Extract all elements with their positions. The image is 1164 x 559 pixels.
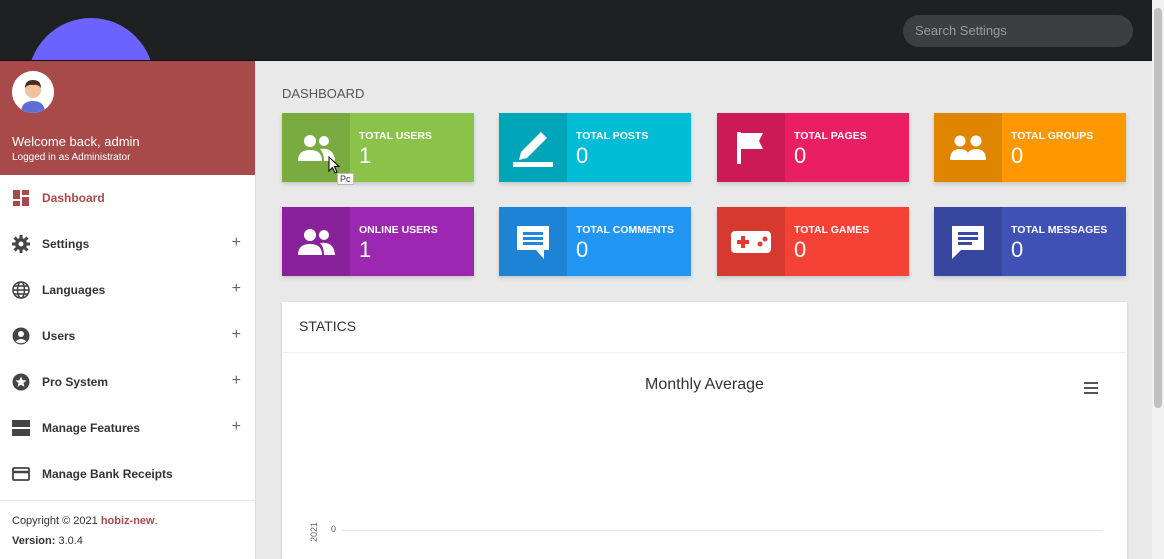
scrollbar-thumb[interactable] — [1154, 8, 1162, 408]
sidebar-item-label: Manage Bank Receipts — [42, 467, 173, 481]
sidebar-item-label: Pro System — [42, 375, 109, 389]
card-label: TOTAL GAMES — [794, 224, 870, 236]
stat-card-total-games[interactable]: TOTAL GAMES 0 — [717, 207, 909, 276]
chart-gridline — [342, 530, 1102, 531]
sidebar-item-settings[interactable]: Settings + — [0, 221, 255, 267]
sidebar-item-users[interactable]: Users + — [0, 313, 255, 359]
expand-icon[interactable]: + — [232, 372, 241, 390]
period-text: . — [154, 515, 158, 527]
expand-icon[interactable]: + — [232, 280, 241, 298]
card-label: ONLINE USERS — [359, 224, 438, 236]
statics-panel: STATICS Monthly Average 0 2021 — [282, 302, 1127, 559]
card-label: TOTAL MESSAGES — [1011, 224, 1108, 236]
vertical-scrollbar[interactable] — [1152, 0, 1164, 559]
card-value: 0 — [576, 237, 589, 262]
sidebar-item-manage-bank-receipts[interactable]: Manage Bank Receipts — [0, 451, 255, 497]
sidebar-item-label: Manage Features — [42, 421, 141, 435]
dashboard-icon — [12, 189, 30, 207]
avatar[interactable] — [12, 71, 54, 113]
sidebar-item-dashboard[interactable]: Dashboard — [0, 175, 255, 221]
stat-card-total-groups[interactable]: TOTAL GROUPS 0 — [934, 113, 1126, 182]
card-label: TOTAL PAGES — [794, 130, 867, 142]
sidebar-item-label: Settings — [42, 237, 90, 251]
expand-icon[interactable]: + — [232, 234, 241, 252]
card-value: 0 — [794, 143, 807, 168]
globe-icon — [12, 281, 30, 299]
card-value: 0 — [794, 237, 807, 262]
star-icon — [12, 373, 30, 391]
sidebar-item-label: Languages — [42, 283, 106, 297]
stat-card-total-pages[interactable]: TOTAL PAGES 0 — [717, 113, 909, 182]
copyright-text: Copyright © 2021 — [12, 515, 101, 527]
card-value: 1 — [359, 143, 372, 168]
welcome-text: Welcome back, admin — [12, 134, 140, 149]
stat-card-total-messages[interactable]: TOTAL MESSAGES 0 — [934, 207, 1126, 276]
menu-icon[interactable] — [1084, 382, 1098, 394]
logo[interactable] — [28, 18, 154, 60]
page-title: DASHBOARD — [282, 86, 365, 101]
stat-card-online-users[interactable]: ONLINE USERS 1 — [282, 207, 474, 276]
mouse-cursor-icon — [328, 156, 340, 174]
card-value: 0 — [576, 143, 589, 168]
user-panel: Welcome back, admin Logged in as Adminis… — [0, 61, 255, 175]
sidebar: Welcome back, admin Logged in as Adminis… — [0, 61, 256, 559]
site-link[interactable]: hobiz-new — [101, 515, 155, 527]
search-input[interactable] — [903, 15, 1133, 47]
sidebar-item-manage-features[interactable]: Manage Features + — [0, 405, 255, 451]
version-value: 3.0.4 — [55, 535, 83, 547]
y-tick-label: 0 — [331, 524, 337, 534]
top-bar — [0, 0, 1152, 61]
group-icon — [934, 113, 1002, 182]
pencil-icon — [499, 113, 567, 182]
expand-icon[interactable]: + — [232, 326, 241, 344]
statics-title: STATICS — [282, 302, 1127, 353]
credit-card-icon — [12, 465, 30, 483]
role-text: Logged in as Administrator — [12, 152, 131, 163]
gamepad-icon — [717, 207, 785, 276]
sidebar-item-label: Users — [42, 329, 76, 343]
version-label: Version: — [12, 535, 56, 547]
version-line: Version: 3.0.4 — [12, 535, 243, 547]
comment-icon — [499, 207, 567, 276]
stat-card-total-comments[interactable]: TOTAL COMMENTS 0 — [499, 207, 691, 276]
users-icon — [282, 207, 350, 276]
sidebar-item-pro-system[interactable]: Pro System + — [0, 359, 255, 405]
chart-title: Monthly Average — [645, 376, 764, 393]
user-circle-icon — [12, 327, 30, 345]
card-value: 0 — [1011, 237, 1024, 262]
stat-card-total-posts[interactable]: TOTAL POSTS 0 — [499, 113, 691, 182]
expand-icon[interactable]: + — [232, 418, 241, 436]
features-icon — [12, 419, 30, 437]
copyright-line: Copyright © 2021 hobiz-new. — [12, 515, 243, 527]
card-label: TOTAL GROUPS — [1011, 130, 1094, 142]
gear-icon — [12, 235, 30, 253]
card-label: TOTAL USERS — [359, 130, 432, 142]
message-icon — [934, 207, 1002, 276]
series-year-label: 2021 — [309, 521, 319, 542]
sidebar-item-languages[interactable]: Languages + — [0, 267, 255, 313]
stat-card-total-users[interactable]: TOTAL USERS 1 — [282, 113, 474, 182]
sidebar-item-label: Dashboard — [42, 191, 105, 205]
sidebar-footer: Copyright © 2021 hobiz-new. Version: 3.0… — [0, 500, 255, 559]
card-value: 1 — [359, 237, 372, 262]
card-label: TOTAL COMMENTS — [576, 224, 674, 236]
flag-icon — [717, 113, 785, 182]
tooltip: Pc — [337, 173, 354, 185]
card-label: TOTAL POSTS — [576, 130, 649, 142]
card-value: 0 — [1011, 143, 1024, 168]
